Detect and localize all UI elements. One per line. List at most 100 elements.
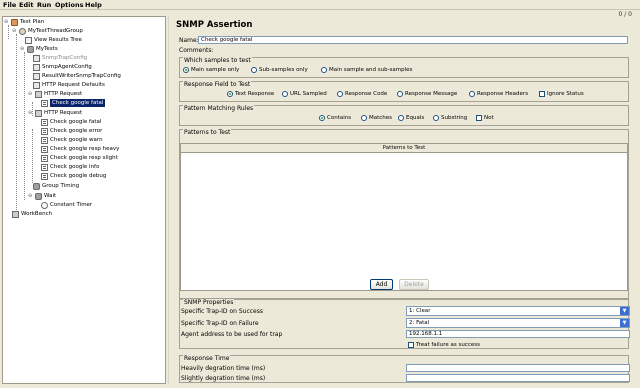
patterns-table[interactable]: Patterns to Test [180,143,628,291]
table-column-header[interactable]: Patterns to Test [181,144,627,153]
ignore-status-checkbox[interactable]: Ignore Status [539,91,584,97]
tree-node[interactable]: Check google resp heavy [41,145,119,153]
tree-node-label: Check google resp heavy [50,146,120,152]
radio-response-headers[interactable]: Response Headers [469,91,528,97]
radio-text-response[interactable]: Text Response [227,91,274,97]
add-button[interactable]: Add [370,279,393,290]
radio-response-code[interactable]: Response Code [337,91,387,97]
tree-node[interactable]: ⊖ Test Plan [4,18,44,26]
success-trap-label: Specific Trap-ID on Success [181,308,263,315]
tree-node-label: Check google info [50,164,100,170]
tree-node[interactable]: SnmpAgentConfig [33,63,92,71]
tree-node[interactable]: Check google resp slight [41,154,118,162]
menu-options[interactable]: Options [55,1,83,9]
group-title: SNMP Properties [183,299,235,306]
name-field[interactable]: Check google fatal [198,36,628,44]
which-samples-group: Which samples to test Main sample only S… [179,57,629,78]
radio-main-sample[interactable]: Main sample only [183,67,239,73]
tree-node[interactable]: Constant Timer [41,201,92,209]
tree-node-selected[interactable]: Check google fatal [41,99,106,107]
radio-substring[interactable]: Substring [433,115,467,121]
radio-label: Response Code [345,91,388,97]
tree-node[interactable]: ⊖ MyTestThreadGroup [12,27,83,35]
assertion-icon [41,127,48,135]
assertion-icon [41,136,48,144]
tree-node[interactable]: ⊖ HTTP Request [28,109,82,117]
config-icon [33,72,40,80]
config-icon [33,81,40,89]
test-plan-tree[interactable]: ⊖ Test Plan ⊖ MyTestThreadGroup View Res… [2,16,166,384]
radio-label: URL Sampled [290,91,327,97]
radio-label: Matches [369,115,393,121]
tree-node[interactable]: Check google warn [41,136,103,144]
tree-node[interactable]: ⊖ Wait [28,192,56,200]
tree-node[interactable]: ResultWriterSnmpTrapConfig [33,72,121,80]
radio-label: Sub-samples only [259,67,308,73]
tree-node[interactable]: Check google info [41,163,99,171]
radio-response-message[interactable]: Response Message [397,91,457,97]
assertion-panel: SNMP Assertion Name: Check google fatal … [174,16,634,384]
collapse-icon[interactable]: ⊖ [4,18,9,26]
heavy-degradation-field[interactable] [406,364,630,372]
radio-sub-samples[interactable]: Sub-samples only [251,67,308,73]
chevron-down-icon[interactable]: ▼ [620,307,629,315]
radio-matches[interactable]: Matches [361,115,392,121]
tree-node[interactable]: SnmpTrapConfig [33,54,87,62]
not-checkbox[interactable]: Not [476,115,494,121]
menu-help[interactable]: Help [85,1,102,9]
config-icon [33,63,40,71]
radio-icon [183,67,189,73]
checkbox-icon [476,115,482,121]
comments-label: Comments: [179,47,214,54]
tree-node[interactable]: Check google fatal [41,118,101,126]
tree-node-label: HTTP Request [44,91,83,97]
collapse-icon[interactable]: ⊖ [28,90,33,98]
tree-node-label: Check google debug [50,173,107,179]
menu-file[interactable]: File [3,1,16,9]
tree-node[interactable]: ⊖ MyTests [20,45,58,53]
chevron-down-icon[interactable]: ▼ [620,319,629,327]
tree-node-label: MyTests [36,46,58,52]
split-pane-divider[interactable] [168,16,171,384]
collapse-icon[interactable]: ⊖ [28,192,33,200]
success-trap-select[interactable]: 1: Clear ▼ [406,306,630,316]
tree-node[interactable]: HTTP Request Defaults [33,81,105,89]
tree-node[interactable]: ⊖ HTTP Request [28,90,82,98]
tree-node[interactable]: WorkBench [12,210,52,218]
tree-node-label: ResultWriterSnmpTrapConfig [42,73,121,79]
checkbox-label: Not [484,115,494,121]
radio-icon [398,115,404,121]
agent-address-field[interactable]: 192.168.1.1 [406,330,630,338]
tree-node[interactable]: View Results Tree [25,36,82,44]
tree-node[interactable]: Check google error [41,127,102,135]
collapse-icon[interactable]: ⊖ [28,109,33,117]
radio-main-and-sub[interactable]: Main sample and sub-samples [321,67,412,73]
slight-degradation-field[interactable] [406,374,630,382]
radio-equals[interactable]: Equals [398,115,424,121]
menu-edit[interactable]: Edit [19,1,33,9]
timer-icon [41,201,48,209]
tree-node[interactable]: Check google debug [41,172,106,180]
radio-label: Text Response [235,91,275,97]
delete-button[interactable]: Delete [399,279,429,290]
collapse-icon[interactable]: ⊖ [12,27,17,35]
radio-contains[interactable]: Contains [319,115,351,121]
menu-run[interactable]: Run [37,1,51,9]
radio-icon [251,67,257,73]
radio-icon [321,67,327,73]
assertion-icon [41,99,48,107]
test-plan-icon [11,18,18,26]
tree-node-label: Check google warn [50,137,103,143]
tree-node[interactable]: Group Timing [33,182,79,190]
radio-label: Main sample only [191,67,240,73]
radio-url-sampled[interactable]: URL Sampled [282,91,327,97]
radio-label: Contains [327,115,352,121]
sampler-icon [35,90,42,98]
failure-trap-select[interactable]: 2: Fatal ▼ [406,318,630,328]
radio-icon [319,115,325,121]
group-title: Response Field to Test [183,81,252,88]
pattern-rules-group: Pattern Matching Rules Contains Matches … [179,105,629,126]
collapse-icon[interactable]: ⊖ [20,45,25,53]
radio-label: Substring [441,115,468,121]
treat-failure-checkbox[interactable]: Treat failure as success [408,342,480,348]
